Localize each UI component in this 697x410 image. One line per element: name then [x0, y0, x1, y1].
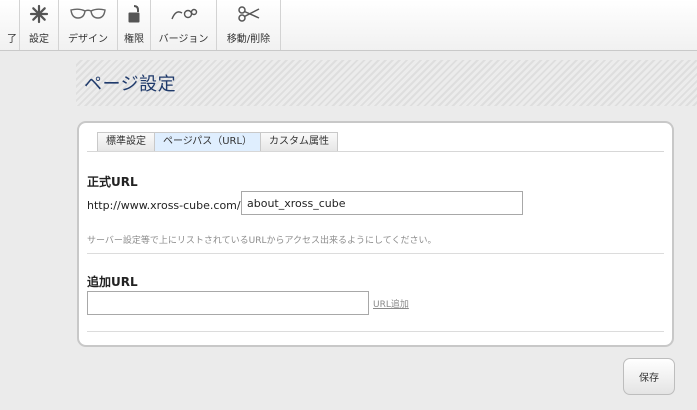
toolbar: 了 設定 デザイン 権限 バージョン 移動/削除 [0, 0, 697, 51]
tab-divider [87, 151, 664, 152]
lock-icon [127, 1, 141, 27]
toolbar-done-label: 了 [7, 34, 17, 45]
toolbar-permissions-label: 権限 [124, 34, 144, 45]
tab-page-path[interactable]: ページパス（URL） [154, 132, 262, 151]
versions-icon [170, 1, 198, 27]
tab-custom-attributes[interactable]: カスタム属性 [260, 132, 339, 151]
toolbar-design-button[interactable]: デザイン [59, 0, 118, 50]
toolbar-done-button[interactable]: 了 [0, 0, 20, 50]
save-button[interactable]: 保存 [623, 358, 675, 395]
glasses-icon [69, 1, 107, 27]
tab-bar: 標準設定 ページパス（URL） カスタム属性 [97, 132, 339, 151]
canonical-url-input[interactable] [241, 191, 523, 215]
toolbar-move-delete-button[interactable]: 移動/削除 [217, 0, 281, 50]
add-url-link[interactable]: URL追加 [373, 297, 409, 310]
toolbar-versions-button[interactable]: バージョン [151, 0, 217, 50]
scissors-icon [237, 1, 261, 27]
page-settings-panel: 標準設定 ページパス（URL） カスタム属性 正式URL http://www.… [77, 121, 674, 347]
asterisk-icon [29, 1, 49, 27]
bottom-divider [87, 331, 664, 332]
toolbar-settings-button[interactable]: 設定 [20, 0, 59, 50]
section-divider [87, 253, 664, 254]
page-title: ページ設定 [84, 74, 177, 95]
toolbar-move-delete-label: 移動/削除 [226, 34, 271, 45]
toolbar-versions-label: バージョン [158, 34, 209, 45]
toolbar-settings-label: 設定 [29, 34, 49, 45]
canonical-url-prefix: http://www.xross-cube.com/ [87, 199, 241, 212]
toolbar-permissions-button[interactable]: 権限 [118, 0, 151, 50]
additional-url-label: 追加URL [87, 275, 138, 289]
canonical-url-help: サーバー設定等で上にリストされているURLからアクセス出来るようにしてください。 [87, 236, 437, 246]
toolbar-design-label: デザイン [68, 34, 108, 45]
additional-url-input[interactable] [87, 291, 369, 315]
canonical-url-label: 正式URL [87, 175, 138, 189]
tab-standard-settings[interactable]: 標準設定 [97, 132, 155, 151]
